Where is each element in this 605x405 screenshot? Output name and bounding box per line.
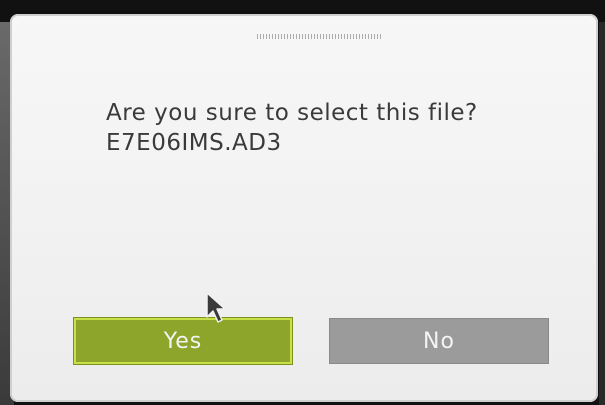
no-button[interactable]: No	[329, 318, 549, 364]
confirm-dialog: Are you sure to select this file? E7E06I…	[10, 14, 598, 402]
background-panel-right	[599, 22, 605, 405]
yes-button[interactable]: Yes	[74, 318, 292, 364]
dialog-drag-handle[interactable]	[257, 34, 383, 39]
no-button-label: No	[423, 328, 455, 354]
file-name-text: E7E06IMS.AD3	[106, 130, 282, 156]
confirm-question-text: Are you sure to select this file?	[106, 100, 478, 126]
mouse-pointer-icon	[206, 292, 226, 323]
screen: Are you sure to select this file? E7E06I…	[0, 0, 605, 405]
dialog-message: Are you sure to select this file? E7E06I…	[106, 98, 566, 158]
yes-button-label: Yes	[163, 328, 203, 354]
